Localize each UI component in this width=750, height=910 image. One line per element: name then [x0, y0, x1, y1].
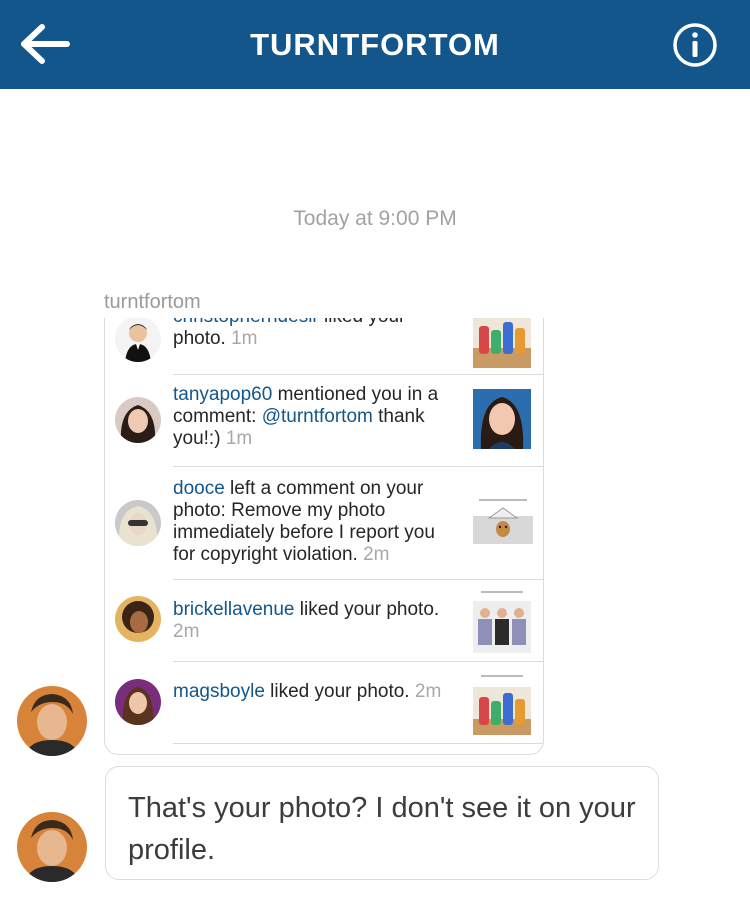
- notification-username[interactable]: tanyapop60: [173, 384, 272, 405]
- shared-image-message[interactable]: christopherndesir liked your photo. 1m t…: [104, 318, 544, 755]
- notification-username[interactable]: dooce: [173, 478, 225, 499]
- notification-username[interactable]: christopherndesir: [173, 318, 319, 327]
- avatar: [115, 500, 161, 546]
- avatar: [115, 596, 161, 642]
- post-thumbnail: [473, 496, 533, 544]
- notification-text: brickellavenue liked your photo. 2m: [173, 599, 440, 642]
- divider: [173, 743, 543, 744]
- divider: [173, 374, 543, 375]
- notification-text: dooce left a comment on your photo: Remo…: [173, 478, 435, 565]
- notification-text: tanyapop60 mentioned you in a comment: @…: [173, 384, 439, 449]
- info-icon: [673, 23, 717, 67]
- top-bar: TURNTFORTOM: [0, 0, 750, 89]
- notification-text: christopherndesir liked your photo. 1m: [173, 318, 458, 350]
- post-thumbnail: [473, 318, 531, 368]
- avatar: [115, 318, 161, 362]
- avatar[interactable]: [17, 686, 87, 756]
- sender-username: turntfortom: [104, 291, 201, 313]
- divider: [173, 579, 543, 580]
- conversation-title: TURNTFORTOM: [250, 27, 500, 62]
- post-thumbnail: [473, 673, 531, 735]
- post-thumbnail: [473, 389, 531, 449]
- avatar[interactable]: [17, 812, 87, 882]
- notification-text: magsboyle liked your photo. 2m: [173, 681, 442, 702]
- divider: [173, 661, 543, 662]
- post-thumbnail: [473, 589, 531, 653]
- avatar: [115, 397, 161, 443]
- message-timestamp: Today at 9:00 PM: [293, 207, 457, 230]
- message-text: That's your photo? I don't see it on you…: [128, 792, 636, 866]
- avatar: [115, 679, 161, 725]
- notification-username[interactable]: magsboyle: [173, 681, 265, 702]
- divider: [173, 466, 543, 467]
- notification-username[interactable]: brickellavenue: [173, 599, 294, 620]
- info-button[interactable]: [672, 22, 718, 68]
- message-bubble[interactable]: That's your photo? I don't see it on you…: [105, 766, 659, 880]
